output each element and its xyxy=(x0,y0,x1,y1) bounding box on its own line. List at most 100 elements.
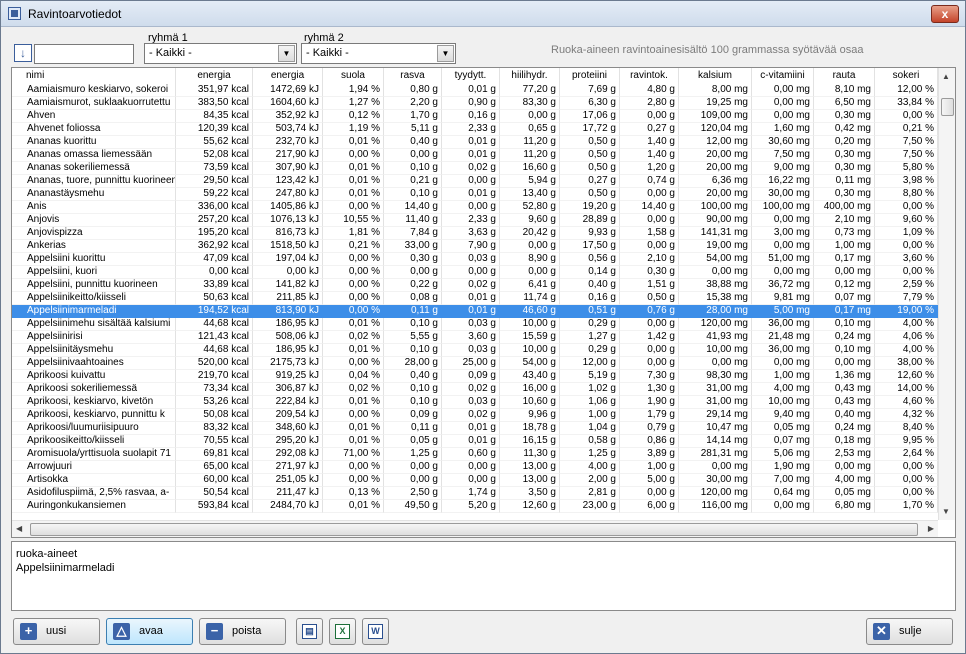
table-cell: 0,00 % xyxy=(323,253,384,266)
table-cell: 55,62 kcal xyxy=(176,136,253,149)
chevron-down-icon[interactable]: ▼ xyxy=(278,45,295,62)
table-row[interactable]: Aprikoosi, keskiarvo, punnittu k 50,08 kc… xyxy=(12,409,938,422)
print-button[interactable]: ▤ xyxy=(296,618,323,645)
table-cell: 0,00 g xyxy=(620,214,679,227)
table-cell: 51,00 mg xyxy=(752,253,814,266)
window-close-button[interactable]: x xyxy=(931,5,959,23)
table-cell: 15,59 g xyxy=(500,331,560,344)
table-cell: 31,00 mg xyxy=(679,396,752,409)
table-cell: 0,86 g xyxy=(620,435,679,448)
filter-arrow-icon[interactable]: ↓ xyxy=(14,44,32,62)
table-row[interactable]: Auringonkukansiemen 593,84 kcal 2484,70 kJ… xyxy=(12,500,938,513)
table-row[interactable]: Aromisuola/yrttisuola suolapit 71 69,81 k… xyxy=(12,448,938,461)
table-row[interactable]: Ananas sokeriliemessä 73,59 kcal 307,90 kJ… xyxy=(12,162,938,175)
column-header[interactable]: nimi xyxy=(12,68,176,84)
table-row[interactable]: Aprikoosi sokeriliemessä 73,34 kcal 306,87… xyxy=(12,383,938,396)
table-cell: 71,00 % xyxy=(323,448,384,461)
table-row[interactable]: Asidofiluspiimä, 2,5% rasvaa, a- 50,54 kc… xyxy=(12,487,938,500)
table-row[interactable]: Artisokka 60,00 kcal 251,05 kJ 0,00 % 0,00 g… xyxy=(12,474,938,487)
table-cell: 197,04 kJ xyxy=(253,253,323,266)
table-row[interactable]: Aprikoosi, keskiarvo, kivetön 53,26 kcal 2… xyxy=(12,396,938,409)
scroll-left-icon[interactable]: ◀ xyxy=(16,524,22,533)
table-row[interactable]: Ahvenet foliossa 120,39 kcal 503,74 kJ 1,19… xyxy=(12,123,938,136)
table-cell: 54,00 g xyxy=(500,357,560,370)
vertical-scroll-thumb[interactable] xyxy=(941,98,954,116)
table-row[interactable]: Appelsiinimehu sisältää kalsiumi 44,68 kc… xyxy=(12,318,938,331)
word-icon: W xyxy=(368,624,383,639)
table-row[interactable]: Ananas kuorittu 55,62 kcal 232,70 kJ 0,01 %… xyxy=(12,136,938,149)
column-header[interactable]: energia xyxy=(176,68,253,84)
table-cell: 121,43 kcal xyxy=(176,331,253,344)
table-cell: 28,00 g xyxy=(384,357,442,370)
table-row[interactable]: Appelsiinirisi 121,43 kcal 508,06 kJ 0,02 %… xyxy=(12,331,938,344)
table-cell: 13,00 g xyxy=(500,474,560,487)
table-row[interactable]: Ahven 84,35 kcal 352,92 kJ 0,12 % 1,70 g 0,16… xyxy=(12,110,938,123)
table-row[interactable]: Aprikoosi/luumuriisipuuro 83,32 kcal 348,6… xyxy=(12,422,938,435)
scroll-up-icon[interactable]: ▲ xyxy=(942,72,950,81)
table-cell: 120,04 mg xyxy=(679,123,752,136)
table-cell: 73,34 kcal xyxy=(176,383,253,396)
column-header[interactable]: tyydytt. xyxy=(442,68,500,84)
table-cell: 2,33 g xyxy=(442,123,500,136)
table-cell: 0,00 g xyxy=(620,357,679,370)
scroll-right-icon[interactable]: ▶ xyxy=(928,524,934,533)
scroll-down-icon[interactable]: ▼ xyxy=(942,507,950,516)
chevron-down-icon[interactable]: ▼ xyxy=(437,45,454,62)
table-row[interactable]: Anjovis 257,20 kcal 1076,13 kJ 10,55 % 11,40… xyxy=(12,214,938,227)
table-row[interactable]: Appelsiinimarmeladi 194,52 kcal 813,90 kJ 0… xyxy=(12,305,938,318)
table-row[interactable]: Ananas omassa liemessään 52,08 kcal 217,90… xyxy=(12,149,938,162)
table-row[interactable]: Aprikoosikeitto/kiisseli 70,55 kcal 295,20… xyxy=(12,435,938,448)
table-row[interactable]: Appelsiini, punnittu kuorineen 33,89 kcal… xyxy=(12,279,938,292)
nutrition-table[interactable]: nimi energia energia suola rasva tyydytt. hiil… xyxy=(11,67,956,538)
column-header[interactable]: rauta xyxy=(814,68,875,84)
table-row[interactable]: Anis 336,00 kcal 1405,86 kJ 0,00 % 14,40 g 0,… xyxy=(12,201,938,214)
table-row[interactable]: Aamiaismurot, suklaakuorrutettu 383,50 kc… xyxy=(12,97,938,110)
table-cell: 10,00 mg xyxy=(679,344,752,357)
table-cell: 77,20 g xyxy=(500,84,560,97)
word-export-button[interactable]: W xyxy=(362,618,389,645)
table-row[interactable]: Appelsiinivaahtoaines 520,00 kcal 2175,73 … xyxy=(12,357,938,370)
new-button[interactable]: + uusi xyxy=(13,618,100,645)
column-header[interactable]: ravintok. xyxy=(620,68,679,84)
close-button[interactable]: ✕ sulje xyxy=(866,618,953,645)
table-row[interactable]: Ankerias 362,92 kcal 1518,50 kJ 0,21 % 33,00… xyxy=(12,240,938,253)
table-row[interactable]: Ananastäysmehu 59,22 kcal 247,80 kJ 0,01 % 0… xyxy=(12,188,938,201)
table-cell: 2175,73 kJ xyxy=(253,357,323,370)
table-row[interactable]: Appelsiinitäysmehu 44,68 kcal 186,95 kJ 0,0… xyxy=(12,344,938,357)
table-row[interactable]: Arrowjuuri 65,00 kcal 271,97 kJ 0,00 % 0,00 … xyxy=(12,461,938,474)
table-cell: 59,22 kcal xyxy=(176,188,253,201)
table-cell: 11,20 g xyxy=(500,136,560,149)
column-header[interactable]: hiilihydr. xyxy=(500,68,560,84)
column-header[interactable]: suola xyxy=(323,68,384,84)
table-row[interactable]: Ananas, tuore, punnittu kuorineen 29,50 k… xyxy=(12,175,938,188)
column-header[interactable]: kalsium xyxy=(679,68,752,84)
column-header[interactable]: energia xyxy=(253,68,323,84)
table-cell: Ankerias xyxy=(12,240,176,253)
table-row[interactable]: Aprikoosi kuivattu 219,70 kcal 919,25 kJ 0,… xyxy=(12,370,938,383)
filter-input[interactable] xyxy=(34,44,134,64)
vertical-scrollbar[interactable]: ▲ ▼ xyxy=(938,68,955,520)
table-cell: 0,03 g xyxy=(442,396,500,409)
column-header[interactable]: rasva xyxy=(384,68,442,84)
excel-export-button[interactable]: X xyxy=(329,618,356,645)
table-cell: 0,00 g xyxy=(384,461,442,474)
table-row[interactable]: Anjovispizza 195,20 kcal 816,73 kJ 1,81 % 7,… xyxy=(12,227,938,240)
table-row[interactable]: Aamiaismuro keskiarvo, sokeroi 351,97 kca… xyxy=(12,84,938,97)
column-header[interactable]: sokeri xyxy=(875,68,938,84)
table-cell: 0,02 g xyxy=(442,383,500,396)
column-header[interactable]: c-vitamiini xyxy=(752,68,814,84)
column-header[interactable]: proteiini xyxy=(560,68,620,84)
table-row[interactable]: Appelsiini, kuori 0,00 kcal 0,00 kJ 0,00 % 0… xyxy=(12,266,938,279)
detail-panel: ruoka-aineet Appelsiinimarmeladi xyxy=(11,541,956,611)
delete-button[interactable]: − poista xyxy=(199,618,286,645)
open-button[interactable]: △ avaa xyxy=(106,618,193,645)
table-row[interactable]: Appelsiinikeitto/kiisseli 50,63 kcal 211,8… xyxy=(12,292,938,305)
table-cell: 0,01 g xyxy=(442,149,500,162)
table-row[interactable]: Appelsiini kuorittu 47,09 kcal 197,04 kJ 0,… xyxy=(12,253,938,266)
group1-select[interactable]: - Kaikki - ▼ xyxy=(144,43,297,64)
table-cell: 813,90 kJ xyxy=(253,305,323,318)
horizontal-scrollbar[interactable]: ◀ ▶ xyxy=(12,520,938,537)
detail-label: ruoka-aineet xyxy=(16,548,78,560)
group2-select[interactable]: - Kaikki - ▼ xyxy=(301,43,456,64)
horizontal-scroll-thumb[interactable] xyxy=(30,523,918,536)
